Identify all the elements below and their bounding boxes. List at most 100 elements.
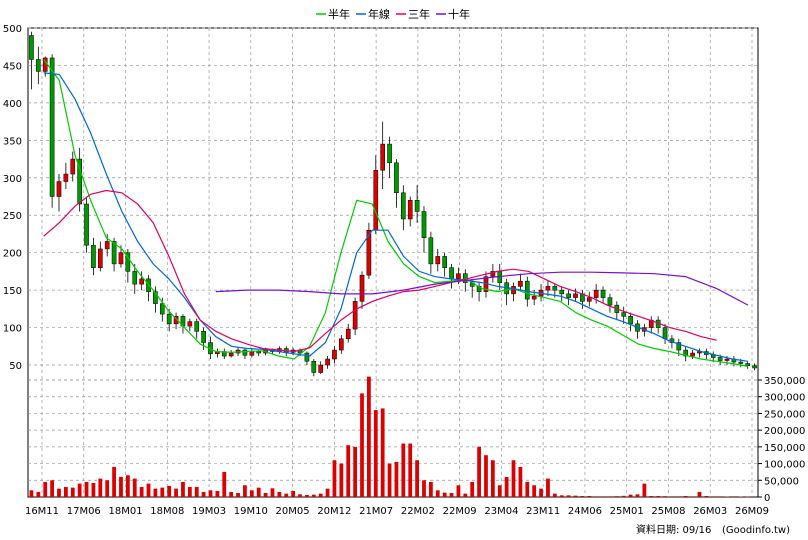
candle-body-47 xyxy=(352,301,358,330)
candle-body-87 xyxy=(628,316,633,325)
volume-tick-0: 0 xyxy=(764,493,770,504)
volume-tick-7: 350,000 xyxy=(764,376,805,387)
candle-24 xyxy=(194,318,200,339)
volume-bar-32 xyxy=(249,490,254,497)
candle-4 xyxy=(56,174,62,212)
volume-bar-50 xyxy=(373,410,378,497)
candle-8 xyxy=(84,196,89,253)
candle-body-33 xyxy=(256,351,262,354)
volume-bar-92 xyxy=(663,496,667,497)
candle-98 xyxy=(704,348,709,360)
candle-54 xyxy=(401,185,406,231)
volume-bar-58 xyxy=(428,481,433,497)
candle-body-50 xyxy=(373,170,379,231)
candle-body-52 xyxy=(387,143,392,164)
candle-body-23 xyxy=(187,321,193,327)
volume-bar-0 xyxy=(29,490,34,497)
candle-5 xyxy=(63,162,69,190)
candle-31 xyxy=(242,348,248,360)
candle-body-58 xyxy=(428,237,434,265)
candle-44 xyxy=(332,346,337,364)
volume-bar-71 xyxy=(518,466,523,497)
volume-bar-44 xyxy=(332,460,337,497)
candle-body-11 xyxy=(104,241,110,250)
volume-bar-15 xyxy=(132,478,137,497)
candle-body-46 xyxy=(345,328,351,340)
candle-body-6 xyxy=(70,158,76,175)
price-tick-1: 100 xyxy=(3,324,22,335)
candle-body-79 xyxy=(573,293,578,298)
candle-47 xyxy=(352,297,358,336)
x-tick-16: 26M03 xyxy=(693,506,727,517)
candle-body-45 xyxy=(339,338,344,351)
candle-41 xyxy=(311,359,317,377)
volume-bar-79 xyxy=(573,495,578,497)
volume-bar-64 xyxy=(470,481,475,497)
volume-bar-43 xyxy=(325,488,330,497)
volume-bar-84 xyxy=(608,496,612,497)
volume-bar-59 xyxy=(435,490,440,497)
candle-body-86 xyxy=(621,312,627,317)
volume-bar-14 xyxy=(125,475,130,497)
candle-body-101 xyxy=(724,358,730,361)
candle-body-4 xyxy=(56,181,62,197)
volume-bar-27 xyxy=(215,490,220,497)
volume-bar-9 xyxy=(91,482,96,497)
volume-bar-26 xyxy=(208,490,213,497)
candle-78 xyxy=(566,290,571,306)
volume-bar-77 xyxy=(559,495,564,497)
volume-bar-54 xyxy=(401,443,406,497)
candle-53 xyxy=(394,159,399,208)
volume-bar-53 xyxy=(394,461,399,497)
x-axis: 16M11 17M06 18M01 18M08 19M03 19M10 20M05 20M12… xyxy=(25,506,769,517)
volume-bar-61 xyxy=(449,492,454,497)
candle-49 xyxy=(366,222,372,279)
price-tick-6: 350 xyxy=(3,136,22,147)
x-tick-8: 21M07 xyxy=(359,506,393,517)
volume-bar-86 xyxy=(621,495,626,497)
candle-body-29 xyxy=(228,352,234,357)
legend-label-2: 三年 xyxy=(408,7,430,21)
volume-bar-22 xyxy=(181,481,185,497)
volume-bar-103 xyxy=(738,496,743,497)
volume-tick-6: 300,000 xyxy=(764,393,805,404)
candle-body-77 xyxy=(559,289,565,295)
volume-tick-2: 100,000 xyxy=(764,460,805,471)
volume-bar-62 xyxy=(456,485,461,497)
candle-body-83 xyxy=(600,289,606,298)
volume-bar-52 xyxy=(387,463,392,497)
candle-59 xyxy=(435,248,441,272)
volume-bar-6 xyxy=(70,487,75,497)
candle-14 xyxy=(125,248,131,283)
volume-bar-60 xyxy=(442,492,447,497)
candle-body-15 xyxy=(132,271,138,285)
chart-footer: 資料日期: 09/16 (Goodinfo.tw) xyxy=(636,523,790,536)
volume-bars xyxy=(29,376,750,498)
candle-body-48 xyxy=(359,274,365,302)
volume-bar-83 xyxy=(601,496,605,497)
candle-43 xyxy=(325,356,330,369)
volume-bar-10 xyxy=(98,478,103,497)
x-tick-13: 24M06 xyxy=(568,506,602,517)
x-tick-12: 23M11 xyxy=(526,506,560,517)
candle-body-40 xyxy=(304,352,310,362)
volume-bar-45 xyxy=(339,463,344,497)
x-tick-10: 22M09 xyxy=(443,506,477,517)
candle-body-25 xyxy=(201,331,206,343)
candle-body-84 xyxy=(607,297,613,306)
volume-bar-104 xyxy=(745,496,750,498)
volume-bar-30 xyxy=(236,492,240,497)
volume-bar-87 xyxy=(628,494,633,497)
volume-bar-46 xyxy=(346,445,351,497)
volume-bar-68 xyxy=(497,485,502,497)
legend-label-0: 半年 xyxy=(328,7,350,21)
price-tick-7: 400 xyxy=(3,99,22,110)
candle-body-81 xyxy=(586,297,592,302)
candle-body-44 xyxy=(332,349,337,360)
candle-57 xyxy=(421,206,427,253)
candle-85 xyxy=(614,301,620,321)
candle-51 xyxy=(380,121,385,190)
candle-body-100 xyxy=(717,357,723,361)
volume-bar-57 xyxy=(422,480,426,497)
volume-bar-81 xyxy=(587,495,592,497)
